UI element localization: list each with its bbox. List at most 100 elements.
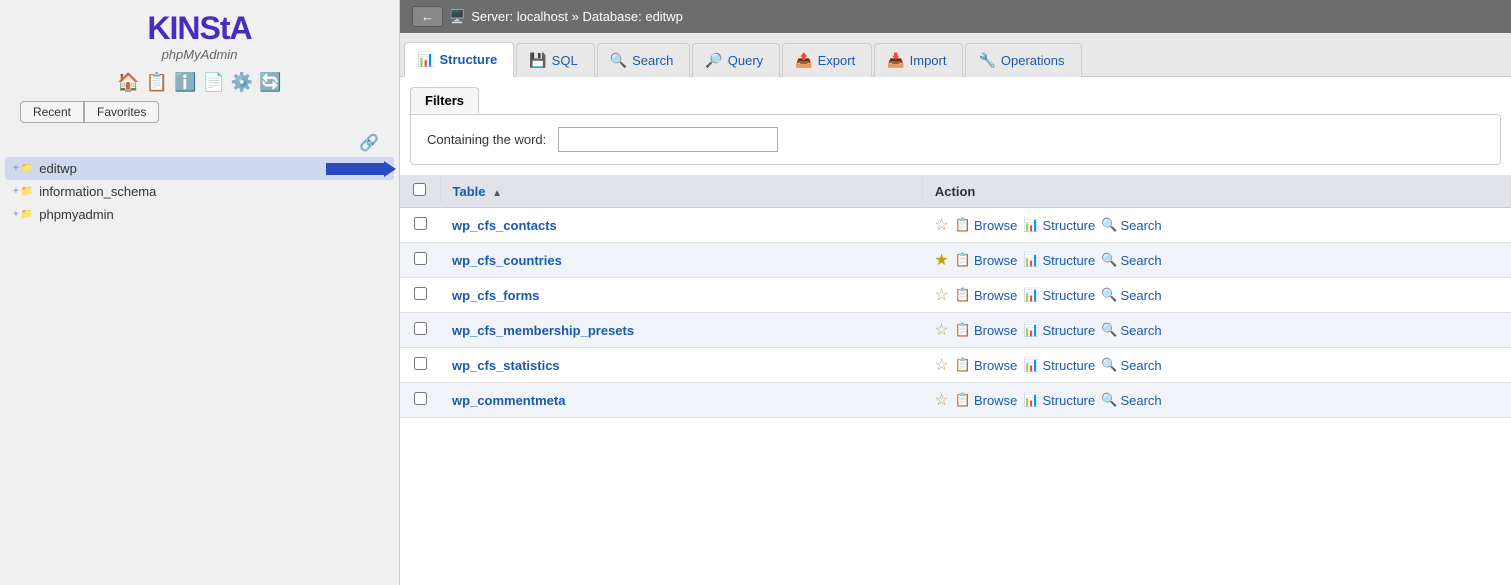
home-icon[interactable]: 🏠 [117,72,139,93]
action-structure-wp_cfs_statistics[interactable]: 📊Structure [1023,357,1095,373]
actions-wp_cfs_countries: ★ 📋Browse 📊Structure 🔍Search [934,250,1498,270]
tab-import[interactable]: 📥 Import [874,43,963,77]
browse-icon: 📋 [955,252,971,268]
sidebar-nav-buttons: Recent Favorites [20,101,379,123]
tab-operations[interactable]: 🔧 Operations [965,43,1081,77]
action-search-wp_cfs_forms[interactable]: 🔍Search [1101,287,1161,303]
action-search-wp_cfs_contacts[interactable]: 🔍Search [1101,217,1161,233]
star-wp_commentmeta[interactable]: ☆ [934,390,948,410]
action-browse-wp_cfs_countries[interactable]: 📋Browse [955,252,1018,268]
search-icon: 🔍 [1101,357,1117,373]
plus-icon: + [13,163,19,174]
action-structure-wp_cfs_contacts[interactable]: 📊Structure [1023,217,1095,233]
tab-export[interactable]: 📤 Export [782,43,872,77]
action-search-wp_cfs_countries[interactable]: 🔍Search [1101,252,1161,268]
table-link-wp_commentmeta[interactable]: wp_commentmeta [452,393,565,408]
folder-icon: 📁 [21,186,33,197]
table-actions-cell-wp_cfs_forms: ☆ 📋Browse 📊Structure 🔍Search [922,278,1510,313]
action-browse-wp_cfs_contacts[interactable]: 📋Browse [955,217,1018,233]
star-wp_cfs_contacts[interactable]: ☆ [934,215,948,235]
structure-tab-icon: 📊 [417,51,434,68]
table-link-wp_cfs_contacts[interactable]: wp_cfs_contacts [452,218,557,233]
checkbox-wp_cfs_forms[interactable] [414,287,427,300]
info-icon[interactable]: ℹ️ [174,72,196,93]
logo-kinsta: KINStA [147,10,251,47]
table-link-wp_cfs_countries[interactable]: wp_cfs_countries [452,253,562,268]
tab-structure[interactable]: 📊 Structure [404,42,514,77]
checkbox-wp_cfs_contacts[interactable] [414,217,427,230]
sidebar-link-icon[interactable]: 🔗 [359,133,379,153]
search-icon: 🔍 [1101,287,1117,303]
table-row: wp_cfs_membership_presets ☆ 📋Browse 📊Struct… [400,313,1511,348]
folder-icon: 📁 [21,163,33,174]
table-row: wp_cfs_statistics ☆ 📋Browse 📊Structure 🔍Sear… [400,348,1511,383]
refresh-icon[interactable]: 🔄 [259,72,281,93]
action-structure-wp_commentmeta[interactable]: 📊Structure [1023,392,1095,408]
sql-tab-label: SQL [552,53,578,68]
table-name-cell-wp_cfs_contacts: wp_cfs_contacts [440,208,922,243]
actions-wp_cfs_contacts: ☆ 📋Browse 📊Structure 🔍Search [934,215,1498,235]
table-name-cell-wp_commentmeta: wp_commentmeta [440,383,922,418]
action-browse-wp_cfs_statistics[interactable]: 📋Browse [955,357,1018,373]
row-checkbox-0 [400,208,440,243]
table-actions-cell-wp_commentmeta: ☆ 📋Browse 📊Structure 🔍Search [922,383,1510,418]
star-wp_cfs_forms[interactable]: ☆ [934,285,948,305]
favorites-button[interactable]: Favorites [84,101,159,123]
action-structure-wp_cfs_forms[interactable]: 📊Structure [1023,287,1095,303]
db-expand-editwp[interactable]: + 📁 [13,163,33,174]
db-item-phpmyadmin[interactable]: + 📁 phpmyadmin [5,203,394,226]
action-structure-wp_cfs_countries[interactable]: 📊Structure [1023,252,1095,268]
star-wp_cfs_statistics[interactable]: ☆ [934,355,948,375]
action-structure-wp_cfs_membership_presets[interactable]: 📊Structure [1023,322,1095,338]
search-icon: 🔍 [1101,322,1117,338]
sidebar-icons: 🏠 📋 ℹ️ 📄 ⚙️ 🔄 [117,72,282,93]
db-item-information-schema[interactable]: + 📁 information_schema [5,180,394,203]
page-icon[interactable]: 📄 [203,72,225,93]
browse-icon: 📋 [955,322,971,338]
structure-icon: 📊 [1023,252,1039,268]
tab-query[interactable]: 🔎 Query [692,43,780,77]
filter-input[interactable] [558,127,778,152]
folder-icon: 📁 [21,209,33,220]
checkbox-wp_cfs_statistics[interactable] [414,357,427,370]
action-search-wp_cfs_statistics[interactable]: 🔍Search [1101,357,1161,373]
import-tab-label: Import [910,53,947,68]
search-tab-label: Search [632,53,673,68]
action-browse-wp_commentmeta[interactable]: 📋Browse [955,392,1018,408]
table-link-wp_cfs_statistics[interactable]: wp_cfs_statistics [452,358,560,373]
db-expand-phpmyadmin[interactable]: + 📁 [13,209,33,220]
table-name-cell-wp_cfs_membership_presets: wp_cfs_membership_presets [440,313,922,348]
checkbox-wp_cfs_membership_presets[interactable] [414,322,427,335]
tab-search[interactable]: 🔍 Search [597,43,691,77]
checkbox-wp_cfs_countries[interactable] [414,252,427,265]
server-icon: 🖥️ [449,9,465,25]
checkbox-wp_commentmeta[interactable] [414,392,427,405]
star-wp_cfs_countries[interactable]: ★ [934,250,948,270]
col-table-name[interactable]: Table ▲ [440,175,922,208]
action-search-wp_cfs_membership_presets[interactable]: 🔍Search [1101,322,1161,338]
action-browse-wp_cfs_forms[interactable]: 📋Browse [955,287,1018,303]
settings-icon[interactable]: ⚙️ [231,72,253,93]
docs-icon[interactable]: 📋 [146,72,168,93]
action-search-wp_commentmeta[interactable]: 🔍Search [1101,392,1161,408]
db-item-editwp[interactable]: + 📁 editwp [5,157,394,180]
tab-sql[interactable]: 💾 SQL [516,43,594,77]
db-name-information-schema: information_schema [39,184,156,199]
search-icon: 🔍 [1101,217,1117,233]
table-header-row: Table ▲ Action [400,175,1511,208]
col-table-label[interactable]: Table [453,184,486,199]
db-expand-information-schema[interactable]: + 📁 [13,186,33,197]
action-browse-wp_cfs_membership_presets[interactable]: 📋Browse [955,322,1018,338]
star-wp_cfs_membership_presets[interactable]: ☆ [934,320,948,340]
breadcrumb: Server: localhost » Database: editwp [471,9,683,24]
table-link-wp_cfs_forms[interactable]: wp_cfs_forms [452,288,539,303]
table-link-wp_cfs_membership_presets[interactable]: wp_cfs_membership_presets [452,323,634,338]
back-button[interactable]: ← [412,6,443,27]
browse-icon: 📋 [955,392,971,408]
row-checkbox-4 [400,348,440,383]
filters-header: Filters [410,87,479,114]
recent-button[interactable]: Recent [20,101,84,123]
row-checkbox-2 [400,278,440,313]
actions-wp_cfs_membership_presets: ☆ 📋Browse 📊Structure 🔍Search [934,320,1498,340]
select-all-checkbox[interactable] [413,183,426,196]
